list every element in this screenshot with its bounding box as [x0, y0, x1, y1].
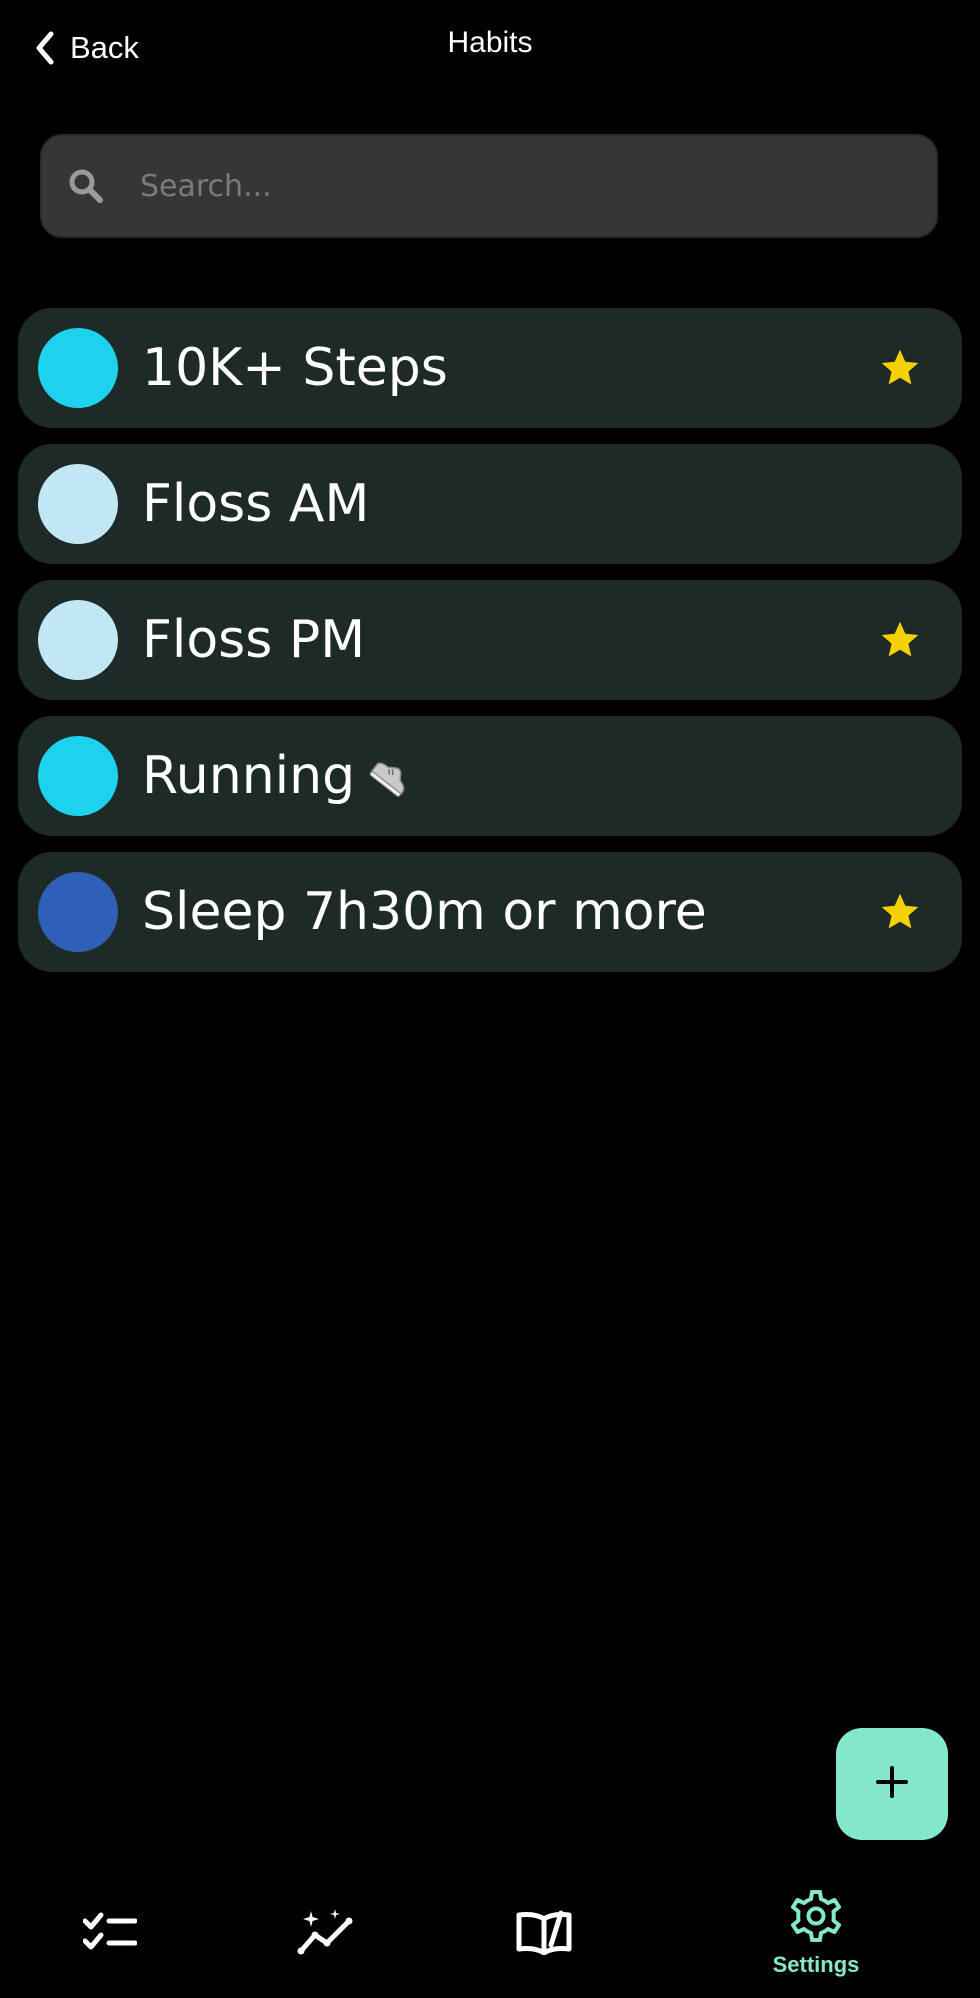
habit-item-floss-am[interactable]: Floss AM — [18, 444, 962, 564]
habit-name: 10K+ Steps — [142, 338, 448, 398]
star-icon[interactable] — [878, 346, 922, 390]
habit-list: 10K+ Steps Floss AM Floss PM Running Sle… — [18, 308, 962, 988]
habit-name: Running — [142, 746, 356, 806]
habit-name: Sleep 7h30m or more — [142, 882, 707, 942]
habit-color-dot — [38, 328, 118, 408]
nav-item-journal[interactable] — [504, 1870, 584, 1998]
habit-item-running[interactable]: Running — [18, 716, 962, 836]
star-icon[interactable] — [878, 890, 922, 934]
habit-color-dot — [38, 464, 118, 544]
nav-item-stats[interactable] — [286, 1870, 366, 1998]
nav-item-settings[interactable]: Settings — [756, 1870, 876, 1998]
plus-icon — [874, 1764, 910, 1804]
habit-item-sleep[interactable]: Sleep 7h30m or more — [18, 852, 962, 972]
page-title: Habits — [447, 26, 533, 59]
open-book-icon — [515, 1909, 573, 1959]
search-bar — [40, 134, 938, 238]
habit-name: Floss PM — [142, 610, 366, 670]
star-icon[interactable] — [878, 618, 922, 662]
nav-label-settings: Settings — [772, 1952, 860, 1977]
gear-icon — [790, 1890, 842, 1946]
habit-color-dot — [38, 736, 118, 816]
header: Back Habits — [0, 0, 980, 96]
habit-color-dot — [38, 600, 118, 680]
checklist-icon — [82, 1911, 138, 1957]
habit-item-10k-steps[interactable]: 10K+ Steps — [18, 308, 962, 428]
running-shoe-icon — [367, 752, 415, 800]
search-input[interactable] — [138, 155, 936, 217]
nav-item-checklist[interactable] — [70, 1870, 150, 1998]
sparkle-chart-icon — [297, 1909, 355, 1959]
search-icon — [66, 166, 106, 206]
habit-color-dot — [38, 872, 118, 952]
habit-item-floss-pm[interactable]: Floss PM — [18, 580, 962, 700]
add-habit-button[interactable] — [836, 1728, 948, 1840]
bottom-nav: Settings — [0, 1870, 980, 1998]
habit-name: Floss AM — [142, 474, 370, 534]
